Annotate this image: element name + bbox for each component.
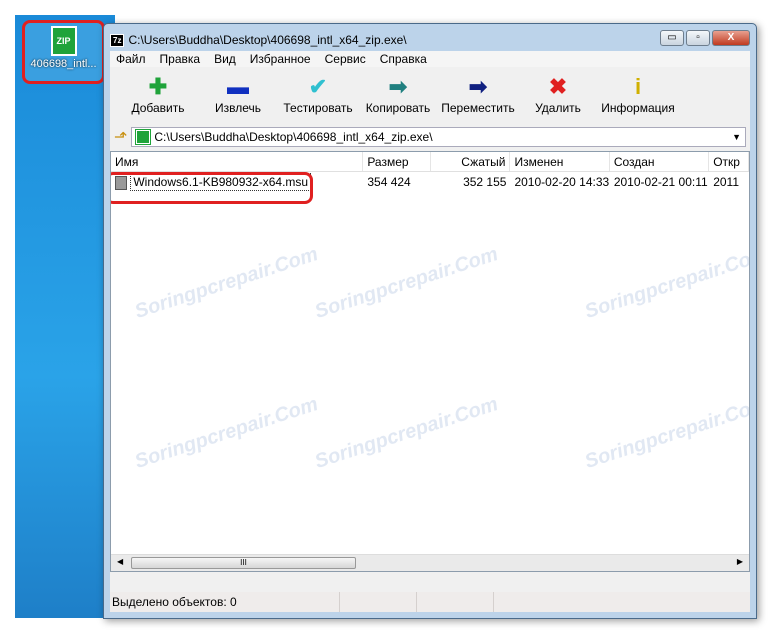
up-folder-icon[interactable]: ⬏	[114, 127, 127, 147]
menu-bar: Файл Правка Вид Избранное Сервис Справка	[110, 51, 750, 67]
column-name[interactable]: Имя	[111, 152, 364, 171]
title-bar[interactable]: 7z C:\Users\Buddha\Desktop\406698_intl_x…	[110, 30, 750, 50]
toolbar-button-info[interactable]: i Информация	[598, 73, 678, 123]
column-modified[interactable]: Изменен	[510, 152, 610, 171]
watermark: Soringpcrepair.Com	[582, 393, 750, 474]
highlight-annotation	[111, 172, 313, 204]
desktop-file-icon[interactable]: ZIP 406698_intl...	[22, 20, 105, 84]
scroll-left-icon[interactable]: ◀	[117, 557, 123, 566]
file-list: Имя Размер Сжатый Изменен Создан Откр Wi…	[110, 151, 750, 572]
column-size[interactable]: Размер	[363, 152, 431, 171]
close-button[interactable]: X	[712, 30, 750, 46]
file-accessed: 2011	[713, 175, 740, 189]
maximize-button[interactable]: ▫	[686, 30, 710, 46]
status-text: Выделено объектов: 0	[110, 592, 340, 612]
move-arrow-icon: ➡	[468, 74, 488, 99]
scroll-right-icon[interactable]: ▶	[737, 557, 743, 566]
watermark: Soringpcrepair.Com	[582, 243, 750, 324]
column-created[interactable]: Создан	[610, 152, 710, 171]
address-path: C:\Users\Buddha\Desktop\406698_intl_x64_…	[154, 130, 433, 144]
file-size: 354 424	[367, 175, 411, 189]
menu-file[interactable]: Файл	[116, 51, 146, 67]
toolbar-button-label: Извлечь	[214, 101, 261, 115]
chevron-down-icon[interactable]: ▼	[732, 132, 741, 142]
desktop	[15, 15, 115, 618]
menu-tools[interactable]: Сервис	[325, 51, 366, 67]
toolbar-button-label: Копировать	[365, 101, 431, 115]
watermark: Soringpcrepair.Com	[132, 393, 321, 474]
file-packed: 352 155	[463, 175, 507, 189]
toolbar-button-check[interactable]: ✔ Тестировать	[278, 73, 358, 123]
delete-icon: ✖	[548, 74, 568, 99]
watermark: Soringpcrepair.Com	[132, 243, 321, 324]
toolbar: ✚ Добавить ▬ Извлечь ✔ Тестировать ➡ Копировать…	[110, 67, 750, 123]
toolbar-button-move-arrow[interactable]: ➡ Переместить	[438, 73, 518, 123]
desktop-icon-label: 406698_intl...	[30, 58, 97, 70]
minimize-button[interactable]: ▭	[660, 30, 684, 46]
menu-favorites[interactable]: Избранное	[250, 51, 311, 67]
menu-view[interactable]: Вид	[214, 51, 236, 67]
toolbar-button-label: Тестировать	[283, 101, 353, 115]
menu-edit[interactable]: Правка	[160, 51, 201, 67]
minus-icon: ▬	[227, 74, 249, 99]
toolbar-button-label: Удалить	[535, 101, 581, 115]
horizontal-scrollbar[interactable]: ◀ III ▶	[111, 554, 749, 571]
toolbar-button-label: Переместить	[441, 101, 515, 115]
file-modified: 2010-02-20 14:33	[514, 175, 610, 189]
file-created: 2010-02-21 00:11	[613, 175, 708, 189]
scrollbar-thumb[interactable]: III	[131, 557, 356, 569]
toolbar-button-label: Информация	[601, 101, 675, 115]
watermark: Soringpcrepair.Com	[312, 243, 501, 324]
toolbar-button-minus[interactable]: ▬ Извлечь	[198, 73, 278, 123]
address-input[interactable]: C:\Users\Buddha\Desktop\406698_intl_x64_…	[131, 127, 746, 147]
column-packed[interactable]: Сжатый	[431, 152, 511, 171]
toolbar-button-label: Добавить	[131, 101, 185, 115]
window-title: C:\Users\Buddha\Desktop\406698_intl_x64_…	[128, 33, 407, 47]
toolbar-button-delete[interactable]: ✖ Удалить	[518, 73, 598, 123]
7zip-app-icon: 7z	[110, 33, 125, 47]
copy-arrow-icon: ➡	[388, 74, 408, 99]
zip-icon	[135, 129, 152, 145]
7zip-window: 7z C:\Users\Buddha\Desktop\406698_intl_x…	[103, 23, 757, 619]
status-bar: Выделено объектов: 0	[110, 592, 750, 612]
toolbar-button-plus[interactable]: ✚ Добавить	[118, 73, 198, 123]
plus-icon: ✚	[148, 74, 168, 99]
check-icon: ✔	[308, 74, 328, 99]
watermark: Soringpcrepair.Com	[312, 393, 501, 474]
zip-icon: ZIP	[50, 26, 77, 56]
column-accessed[interactable]: Откр	[709, 152, 749, 171]
address-bar: ⬏ C:\Users\Buddha\Desktop\406698_intl_x6…	[110, 126, 750, 148]
menu-help[interactable]: Справка	[380, 51, 427, 67]
toolbar-button-copy-arrow[interactable]: ➡ Копировать	[358, 73, 438, 123]
info-icon: i	[634, 74, 642, 99]
